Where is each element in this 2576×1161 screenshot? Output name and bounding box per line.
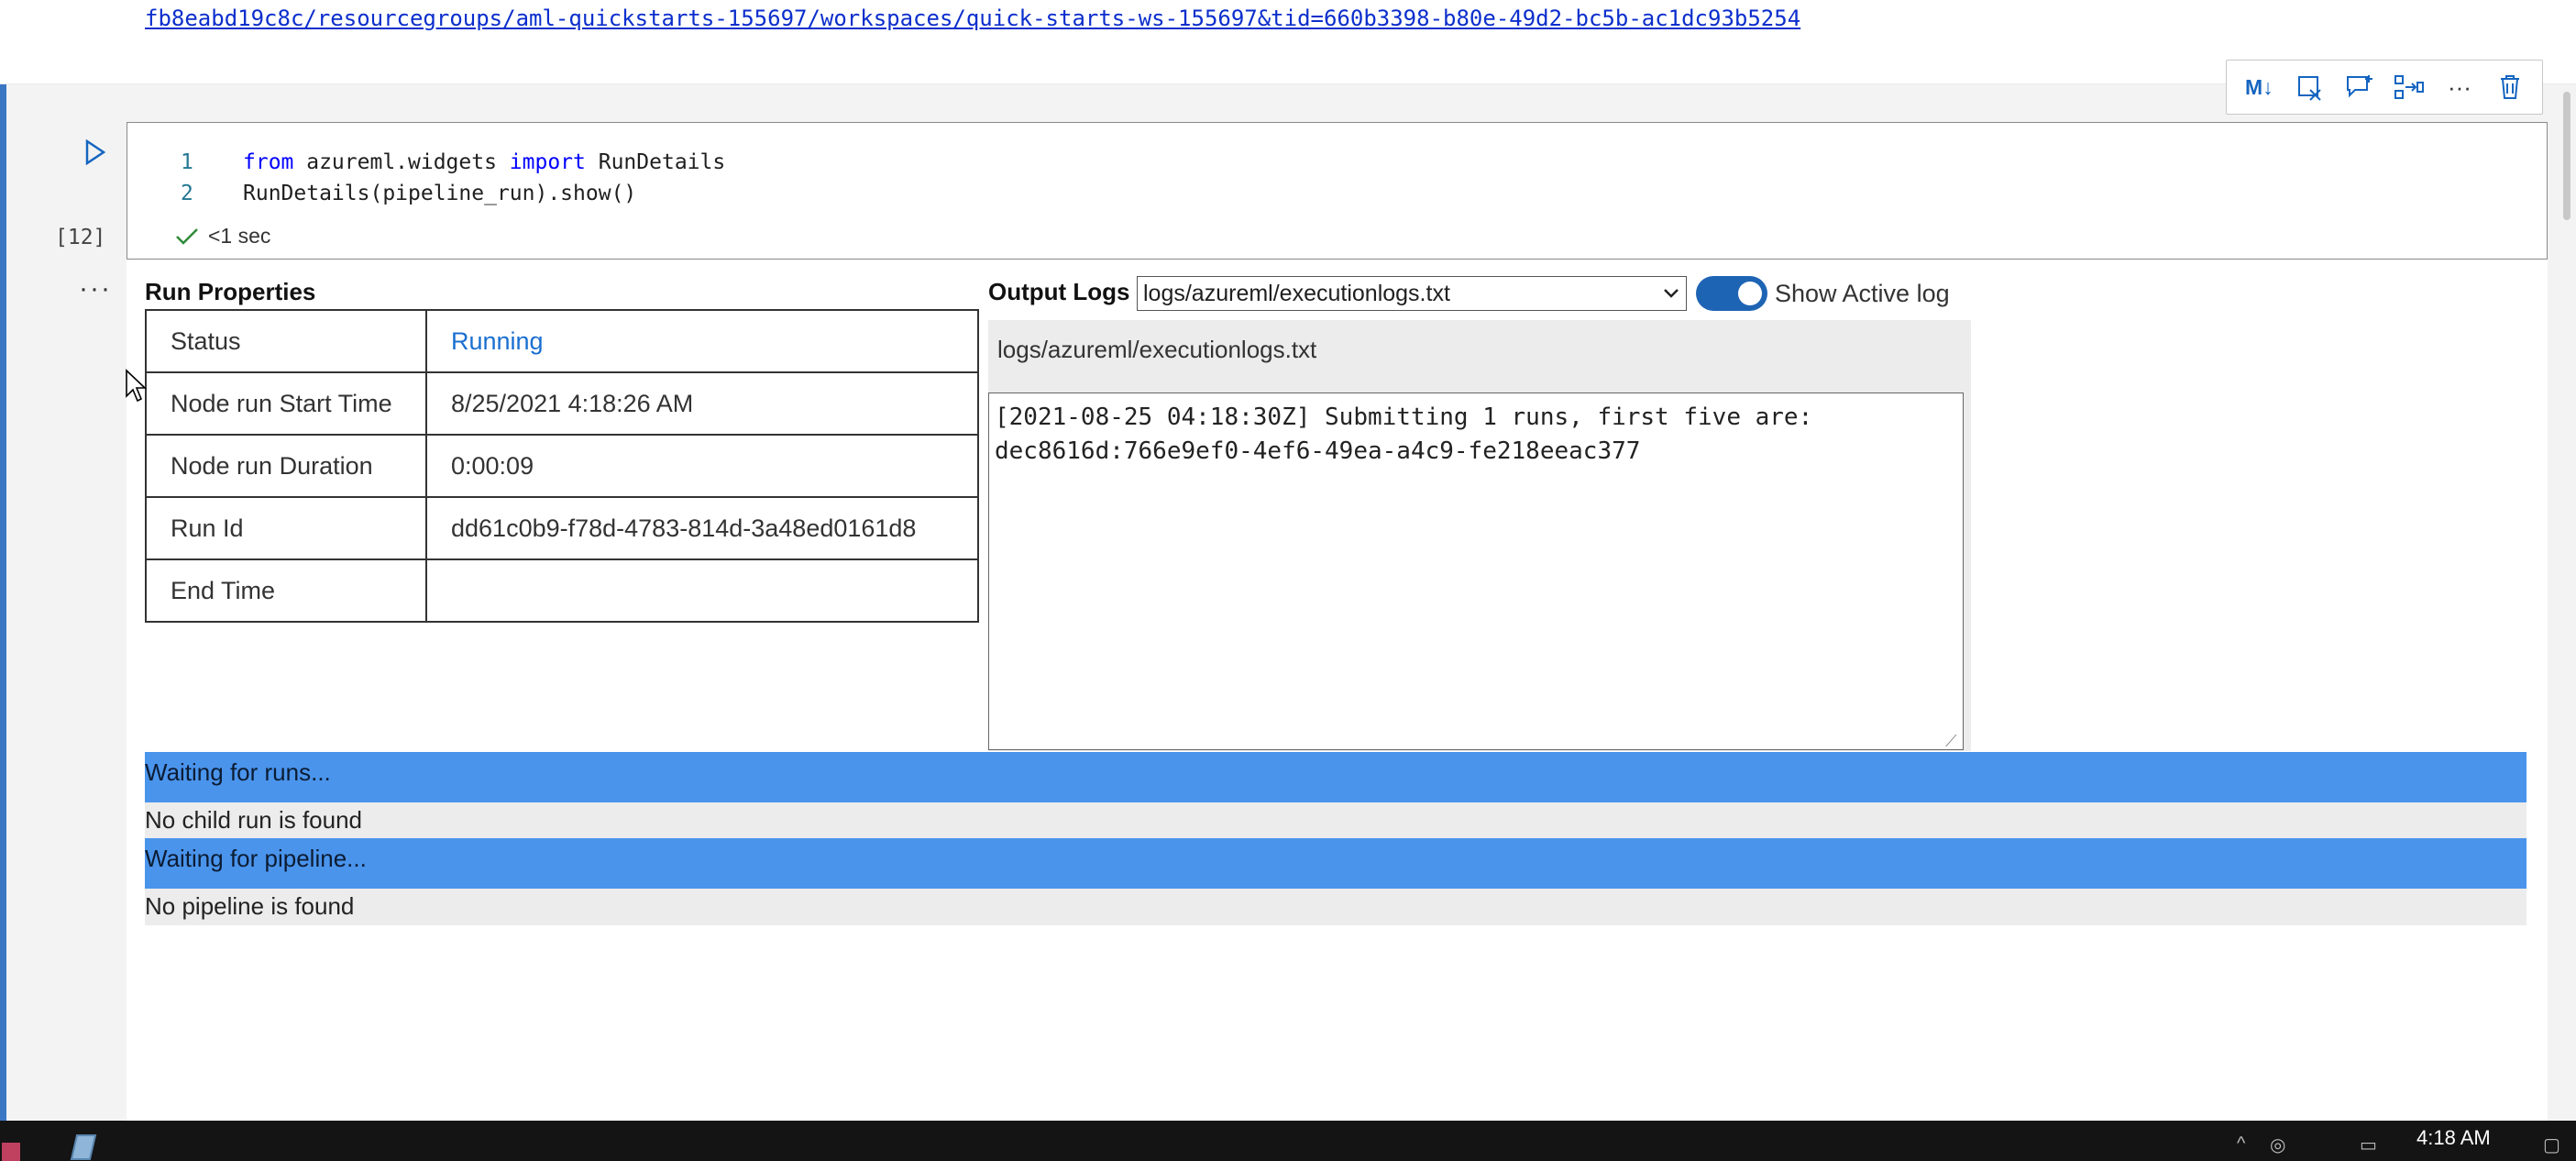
display-icon[interactable]: ▭ bbox=[2360, 1133, 2377, 1156]
run-properties-title: Run Properties bbox=[145, 278, 316, 305]
file-explorer-icon[interactable] bbox=[64, 1132, 105, 1161]
table-row: End Time bbox=[145, 558, 979, 623]
line-number: 1 bbox=[181, 150, 193, 174]
notification-icon[interactable]: ▢ bbox=[2543, 1133, 2560, 1156]
property-value: 8/25/2021 4:18:26 AM bbox=[425, 371, 979, 436]
show-active-log-toggle[interactable] bbox=[1696, 276, 1767, 311]
pipeline-status-message: No pipeline is found bbox=[145, 889, 2526, 925]
code-keyword: from bbox=[243, 150, 294, 174]
more-icon[interactable]: ··· bbox=[2441, 69, 2478, 105]
property-value: dd61c0b9-f78d-4783-814d-3a48ed0161d8 bbox=[425, 496, 979, 560]
show-active-log-label: Show Active log bbox=[1775, 280, 1950, 307]
scrollbar-thumb[interactable] bbox=[2563, 92, 2570, 220]
property-key: Status bbox=[145, 309, 427, 373]
markdown-toggle-icon[interactable]: M↓ bbox=[2240, 69, 2277, 105]
toggle-knob bbox=[1738, 282, 1762, 305]
resize-handle-icon[interactable]: ⟋ bbox=[1945, 732, 1957, 751]
execution-time: <1 sec bbox=[208, 224, 271, 248]
status-value: Running bbox=[425, 309, 979, 373]
output-more-button[interactable]: ··· bbox=[79, 273, 112, 304]
run-cell-button[interactable] bbox=[81, 136, 110, 169]
taskbar-clock[interactable]: 4:18 AM bbox=[2416, 1126, 2491, 1150]
clear-output-icon[interactable] bbox=[2291, 69, 2328, 105]
log-file-selected: logs/azureml/executionlogs.txt bbox=[1143, 280, 1450, 306]
log-file-select[interactable]: logs/azureml/executionlogs.txt bbox=[1137, 276, 1687, 311]
vertical-scrollbar[interactable] bbox=[2558, 84, 2576, 1121]
code-line-1[interactable]: from azureml.widgets import RunDetails bbox=[243, 150, 725, 174]
table-row: Run Id dd61c0b9-f78d-4783-814d-3a48ed016… bbox=[145, 496, 979, 560]
code-line-2[interactable]: RunDetails(pipeline_run).show() bbox=[243, 182, 636, 205]
taskbar: ^ ◎ ▭ 4:18 AM ▢ bbox=[0, 1121, 2576, 1161]
table-row: Status Running bbox=[145, 309, 979, 373]
execution-status: <1 sec bbox=[175, 224, 270, 249]
runs-status-message: No child run is found bbox=[145, 802, 2526, 839]
runs-status-banner: Waiting for runs... bbox=[145, 752, 2526, 802]
output-logs-title: Output Logs bbox=[988, 278, 1130, 305]
code-cell[interactable]: 1 from azureml.widgets import RunDetails… bbox=[127, 122, 2548, 260]
code-module: azureml.widgets bbox=[293, 150, 510, 174]
line-number: 2 bbox=[181, 182, 193, 205]
property-key: End Time bbox=[145, 558, 427, 623]
property-key: Node run Start Time bbox=[145, 371, 427, 436]
table-row: Node run Duration 0:00:09 bbox=[145, 434, 979, 498]
chevron-down-icon bbox=[1664, 289, 1679, 298]
pipeline-status-banner: Waiting for pipeline... bbox=[145, 838, 2526, 889]
app-icon[interactable] bbox=[0, 1137, 24, 1161]
play-icon bbox=[85, 139, 106, 165]
split-cell-icon[interactable] bbox=[2391, 69, 2427, 105]
cell-selection-bar bbox=[0, 84, 6, 1121]
markdown-toggle-label: M↓ bbox=[2244, 74, 2273, 99]
property-key: Run Id bbox=[145, 496, 427, 560]
run-properties-table: Status Running Node run Start Time 8/25/… bbox=[145, 309, 979, 623]
delete-icon[interactable] bbox=[2492, 69, 2528, 105]
execution-count: [12] bbox=[55, 226, 106, 249]
mouse-pointer-icon bbox=[126, 369, 147, 403]
workspace-link[interactable]: fb8eabd19c8c/resourcegroups/aml-quicksta… bbox=[145, 6, 1800, 31]
log-filename: logs/azureml/executionlogs.txt bbox=[997, 336, 1317, 363]
log-content-textarea[interactable]: [2021-08-25 04:18:30Z] Submitting 1 runs… bbox=[988, 393, 1964, 750]
network-icon[interactable]: ◎ bbox=[2270, 1133, 2285, 1156]
property-value bbox=[425, 558, 979, 623]
cell-toolbar: M↓ ··· bbox=[2226, 60, 2543, 115]
code-name: RunDetails bbox=[585, 150, 726, 174]
table-row: Node run Start Time 8/25/2021 4:18:26 AM bbox=[145, 371, 979, 436]
property-key: Node run Duration bbox=[145, 434, 427, 498]
top-strip: fb8eabd19c8c/resourcegroups/aml-quicksta… bbox=[0, 0, 2576, 84]
checkmark-icon bbox=[176, 227, 198, 245]
chevron-up-icon[interactable]: ^ bbox=[2237, 1133, 2245, 1155]
property-value: 0:00:09 bbox=[425, 434, 979, 498]
code-keyword: import bbox=[509, 150, 586, 174]
add-comment-icon[interactable] bbox=[2341, 69, 2378, 105]
